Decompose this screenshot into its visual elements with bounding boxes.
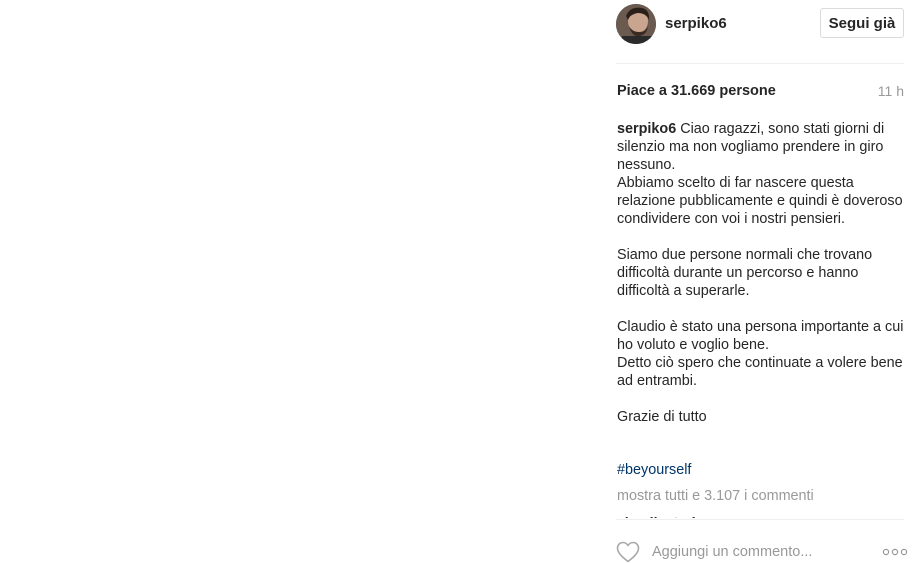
comment-bar [616,540,908,564]
username-link[interactable]: serpiko6 [665,15,727,32]
caption-paragraph-2: Siamo due persone normali che trovano di… [617,247,873,299]
avatar[interactable] [616,4,656,44]
more-options-icon[interactable] [882,544,908,560]
follow-button[interactable]: Segui già [820,8,904,38]
footer-divider [616,519,904,520]
post-side-panel: serpiko6 Segui già Piace a 31.669 person… [600,0,918,564]
post-view: serpiko6 Segui già Piace a 31.669 person… [0,0,918,564]
caption-username[interactable]: serpiko6 [617,121,676,137]
post-time[interactable]: 11 h [878,83,904,99]
hashtag-link[interactable]: #beyourself [617,462,691,478]
comment-item: claudiosterlo [617,508,905,518]
avatar-photo-icon [616,4,656,44]
caption-line-2: Abbiamo scelto di far nascere questa rel… [617,175,903,227]
post-caption: serpiko6 Ciao ragazzi, sono stati giorni… [617,120,905,426]
heart-outline-icon[interactable] [616,541,640,563]
post-header: serpiko6 Segui già [616,4,906,46]
caption-line-1: serpiko6 Ciao ragazzi, sono stati giorni… [617,120,905,174]
caption-paragraph-3a: Claudio è stato una persona importante a… [617,319,904,353]
comment-username[interactable]: claudiosterlo [617,514,704,518]
view-all-comments-link[interactable]: mostra tutti e 3.107 i commenti [617,488,814,504]
likes-count[interactable]: Piace a 31.669 persone [617,83,776,99]
post-image[interactable] [0,0,600,564]
header-divider [616,63,904,64]
caption-paragraph-4: Grazie di tutto [617,409,707,425]
caption-paragraph-3b: Detto ciò spero che continuate a volere … [617,355,903,389]
comment-input[interactable] [652,540,872,564]
